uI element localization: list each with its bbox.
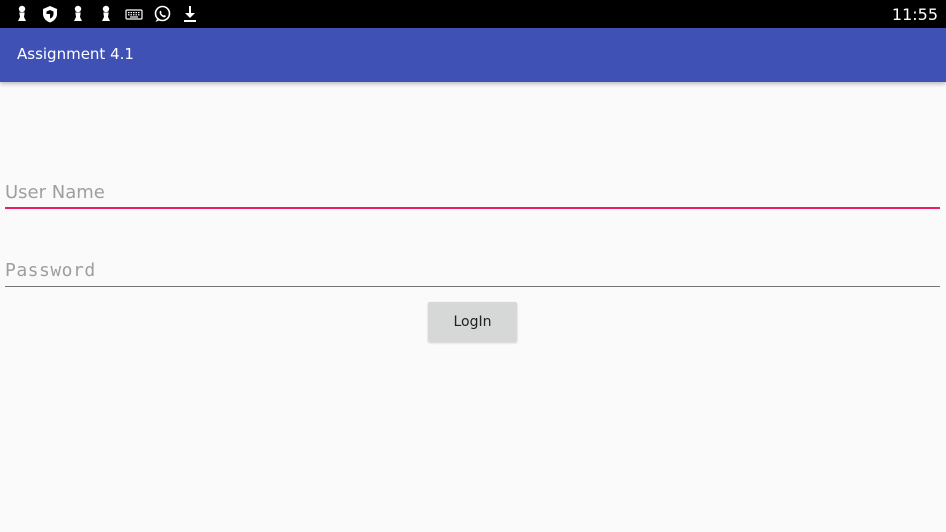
password-input[interactable] <box>5 257 940 283</box>
shield-icon <box>43 6 57 23</box>
chess-pawn-icon <box>102 5 110 21</box>
password-field <box>5 257 940 283</box>
app-bar: Assignment 4.1 <box>0 28 946 82</box>
username-input[interactable] <box>5 179 940 205</box>
whatsapp-icon <box>154 5 171 22</box>
username-underline <box>5 207 940 209</box>
username-field <box>5 179 940 205</box>
chess-pawn-icon <box>18 5 26 21</box>
download-icon <box>184 6 196 22</box>
login-button[interactable]: LogIn <box>428 302 517 342</box>
password-underline <box>5 286 940 287</box>
app-title: Assignment 4.1 <box>17 45 134 63</box>
keyboard-icon <box>125 9 143 20</box>
status-time: 11:55 <box>891 5 938 24</box>
notification-icons <box>12 4 200 24</box>
status-bar: 11:55 <box>0 0 946 28</box>
chess-pawn-icon <box>74 5 82 21</box>
